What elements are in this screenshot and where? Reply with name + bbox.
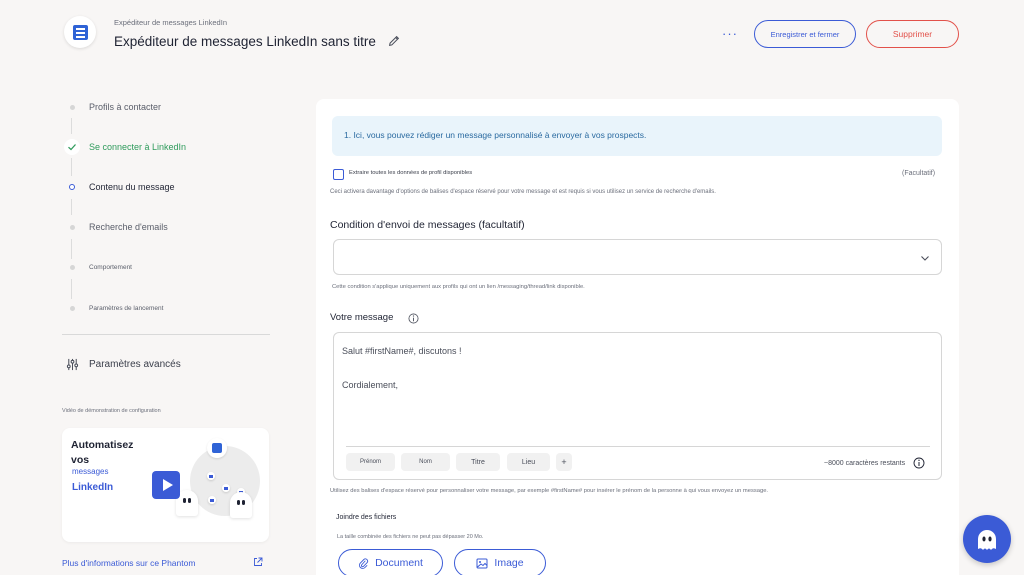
demo-video-thumbnail[interactable]: Automatisez vos messages LinkedIn xyxy=(62,428,269,542)
paperclip-icon xyxy=(359,557,369,569)
image-icon xyxy=(476,558,488,568)
message-editor[interactable]: Salut #firstName#, discutons ! Cordialem… xyxy=(333,332,942,480)
add-placeholder-button[interactable]: + xyxy=(556,453,572,471)
step-connector xyxy=(71,118,72,134)
step-dot-icon xyxy=(69,104,75,110)
sidebar-step-launch-settings[interactable]: Paramètres de lancement xyxy=(62,300,163,316)
step-label: Comportement xyxy=(89,263,132,271)
condition-title: Condition d'envoi de messages (facultati… xyxy=(330,219,525,231)
help-chat-button[interactable] xyxy=(963,515,1011,563)
placeholder-chip-title[interactable]: Titre xyxy=(456,453,500,471)
step-connector xyxy=(71,199,72,215)
more-options-icon[interactable]: ··· xyxy=(722,26,738,41)
advanced-settings-label: Paramètres avancés xyxy=(89,359,181,370)
step-dot-icon xyxy=(69,224,75,230)
more-info-link[interactable]: Plus d'informations sur ce Phantom xyxy=(62,558,195,568)
attach-document-button[interactable]: Document xyxy=(338,549,443,575)
message-help-text: Utilisez des balises d'espace réservé po… xyxy=(330,488,769,494)
info-banner: 1. Ici, vous pouvez rédiger un message p… xyxy=(332,116,942,156)
attach-image-button[interactable]: Image xyxy=(454,549,546,575)
linkedin-message-icon xyxy=(207,438,227,458)
step-label: Se connecter à LinkedIn xyxy=(89,142,187,152)
sliders-icon xyxy=(66,358,79,371)
app-logo xyxy=(64,16,96,48)
step-connector xyxy=(71,158,72,176)
sidebar-step-message-content[interactable]: Contenu du message xyxy=(62,179,175,195)
extract-data-label: Extraire toutes les données de profil di… xyxy=(349,170,473,176)
info-icon[interactable] xyxy=(913,457,925,469)
page-title: Expéditeur de messages LinkedIn sans tit… xyxy=(114,34,376,49)
message-line[interactable]: Cordialement, xyxy=(342,380,398,390)
external-link-icon[interactable] xyxy=(253,557,263,567)
sidebar-step-email-search[interactable]: Recherche d'emails xyxy=(62,219,168,235)
linkedin-message-icon xyxy=(72,24,88,40)
message-line[interactable]: Salut #firstName#, discutons ! xyxy=(342,346,462,356)
message-title: Votre message xyxy=(330,312,394,323)
video-text: Automatisez vos xyxy=(71,439,134,466)
video-text: LinkedIn xyxy=(72,482,114,493)
step-connector xyxy=(71,239,72,259)
image-label: Image xyxy=(494,557,524,569)
placeholder-chip-firstname[interactable]: Prénom xyxy=(346,453,395,471)
editor-divider xyxy=(346,446,930,447)
extract-data-checkbox[interactable] xyxy=(333,169,344,180)
message-bubble-icon xyxy=(222,484,230,492)
condition-help-text: Cette condition s'applique uniquement au… xyxy=(332,284,585,290)
sidebar-divider xyxy=(62,334,270,335)
placeholder-chip-lastname[interactable]: Nom xyxy=(401,453,450,471)
sidebar-step-behavior[interactable]: Comportement xyxy=(62,259,132,275)
step-label: Contenu du message xyxy=(89,182,175,192)
step-dot-icon xyxy=(69,264,75,270)
step-label: Profils à contacter xyxy=(89,102,162,112)
optional-label: (Facultatif) xyxy=(902,170,936,177)
ghost-icon xyxy=(978,530,996,550)
step-dot-icon xyxy=(69,305,75,311)
sidebar-step-profiles[interactable]: Profils à contacter xyxy=(62,99,161,115)
attach-files-title: Joindre des fichiers xyxy=(336,514,397,521)
message-bubble-icon xyxy=(207,472,215,480)
extract-help-text: Ceci activera davantage d'options de bal… xyxy=(330,189,716,195)
placeholder-chip-location[interactable]: Lieu xyxy=(507,453,550,471)
check-icon xyxy=(64,139,80,155)
delete-button[interactable]: Supprimer xyxy=(866,20,959,48)
phantom-type: Expéditeur de messages LinkedIn xyxy=(114,18,227,27)
info-text: 1. Ici, vous pouvez rédiger un message p… xyxy=(344,130,647,140)
video-text: messages xyxy=(72,467,109,476)
step-active-dot-icon xyxy=(69,184,75,190)
video-label: Vidéo de démonstration de configuration xyxy=(62,408,161,414)
condition-select[interactable] xyxy=(333,239,942,275)
info-icon[interactable] xyxy=(408,313,419,324)
message-bubble-icon xyxy=(208,496,216,504)
advanced-settings-link[interactable]: Paramètres avancés xyxy=(66,358,181,371)
sidebar-step-linkedin[interactable]: Se connecter à LinkedIn xyxy=(62,139,186,155)
step-label: Recherche d'emails xyxy=(89,222,168,232)
chevron-down-icon xyxy=(921,256,929,261)
step-label: Paramètres de lancement xyxy=(89,304,164,312)
play-button[interactable] xyxy=(152,471,180,499)
step-connector xyxy=(71,279,72,299)
ghost-icon xyxy=(230,492,252,518)
characters-remaining: ~8000 caractères restants xyxy=(824,460,906,467)
document-label: Document xyxy=(375,557,423,569)
pencil-icon[interactable] xyxy=(387,34,401,48)
attach-files-help: La taille combinée des fichiers ne peut … xyxy=(337,534,484,540)
save-and-close-button[interactable]: Enregistrer et fermer xyxy=(754,20,856,48)
